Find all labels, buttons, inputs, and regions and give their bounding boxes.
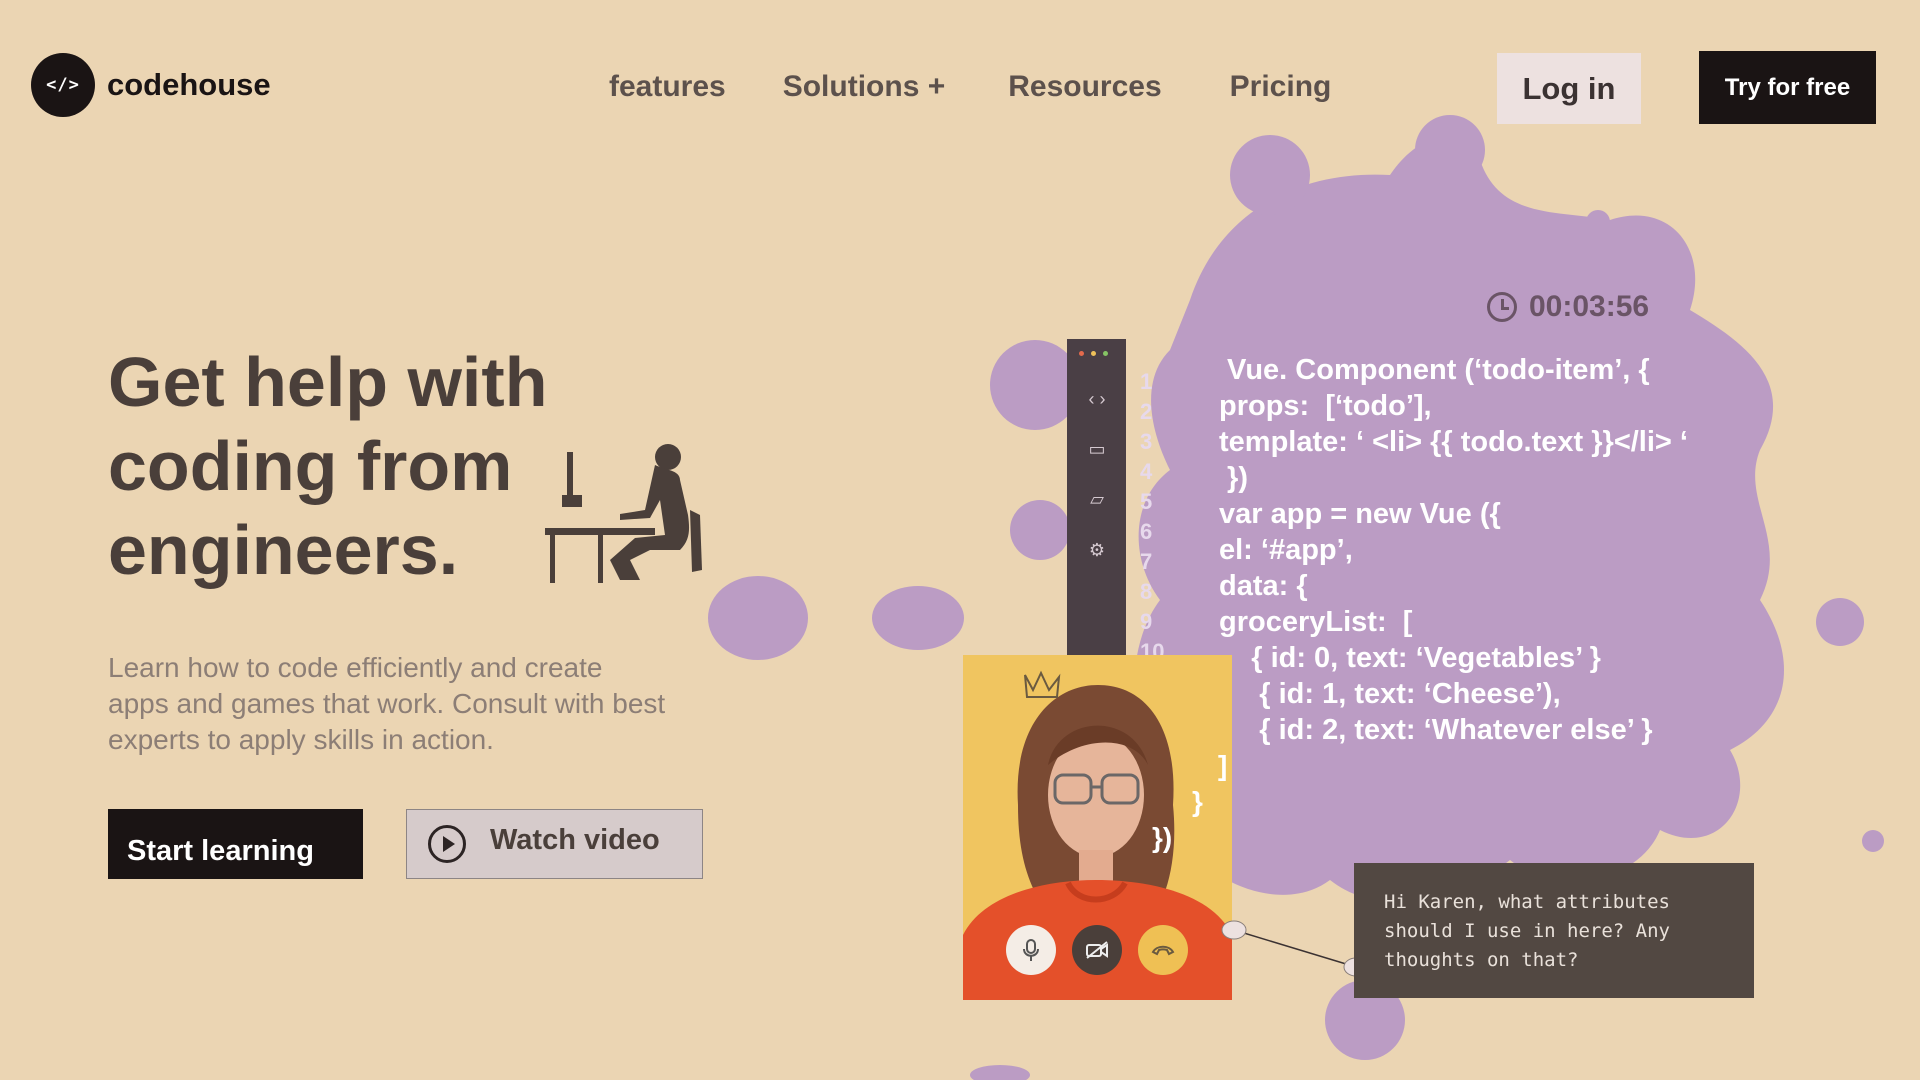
code-line: data: { bbox=[1219, 570, 1308, 602]
watch-video-button[interactable]: Watch video bbox=[406, 809, 703, 879]
code-icon[interactable]: ‹ › bbox=[1085, 387, 1109, 411]
comment-icon[interactable]: ▱ bbox=[1085, 487, 1109, 511]
editor-toolbar: ‹ › ▭ ▱ ⚙ bbox=[1067, 339, 1126, 659]
line-number: 8 bbox=[1140, 579, 1153, 604]
microphone-icon bbox=[1023, 939, 1039, 961]
chat-message: Hi Karen, what attributes should I use i… bbox=[1354, 863, 1754, 998]
main-nav: features Solutions + Resources Pricing bbox=[609, 70, 1331, 104]
camera-off-button[interactable] bbox=[1072, 925, 1122, 975]
code-line: }) bbox=[1219, 462, 1248, 494]
nav-item-pricing[interactable]: Pricing bbox=[1230, 70, 1332, 104]
line-number: 7 bbox=[1140, 549, 1153, 574]
hang-up-button[interactable] bbox=[1138, 925, 1188, 975]
camera-off-icon bbox=[1086, 941, 1108, 959]
code-brackets-icon: </> bbox=[31, 53, 95, 117]
window-dot-minimize[interactable] bbox=[1091, 351, 1096, 356]
code-line: { id: 2, text: ‘Whatever else’ } bbox=[1219, 714, 1653, 746]
developer-at-desk-illustration bbox=[545, 444, 702, 583]
log-in-button[interactable]: Log in bbox=[1497, 53, 1641, 124]
archive-icon[interactable]: ▭ bbox=[1085, 437, 1109, 461]
watch-video-label: Watch video bbox=[490, 824, 660, 856]
brand-name: codehouse bbox=[107, 67, 271, 102]
window-dot-close[interactable] bbox=[1079, 351, 1084, 356]
brand-logo[interactable]: </> codehouse bbox=[31, 53, 271, 117]
code-line: { id: 0, text: ‘Vegetables’ } bbox=[1219, 642, 1601, 674]
video-call-panel bbox=[963, 655, 1232, 1000]
code-line: props: [‘todo’], bbox=[1219, 390, 1432, 422]
window-dot-maximize[interactable] bbox=[1103, 351, 1108, 356]
hang-up-icon bbox=[1151, 945, 1175, 956]
window-controls bbox=[1067, 339, 1126, 356]
line-number: 4 bbox=[1140, 459, 1153, 484]
play-icon bbox=[428, 825, 466, 863]
line-number: 9 bbox=[1140, 609, 1153, 634]
timer-value: 00:03:56 bbox=[1529, 290, 1650, 323]
line-number: 2 bbox=[1140, 399, 1153, 424]
try-for-free-button[interactable]: Try for free bbox=[1699, 51, 1876, 124]
code-line: Vue. Component (‘todo-item’, { bbox=[1219, 354, 1650, 386]
nav-item-features[interactable]: features bbox=[609, 70, 726, 104]
start-learning-button[interactable]: Start learning bbox=[108, 809, 363, 879]
microphone-button[interactable] bbox=[1006, 925, 1056, 975]
code-line: { id: 1, text: ‘Cheese’), bbox=[1219, 678, 1561, 710]
line-number: 5 bbox=[1140, 489, 1153, 514]
settings-icon[interactable]: ⚙ bbox=[1085, 538, 1109, 562]
code-line: groceryList: [ bbox=[1219, 606, 1413, 638]
line-numbers: 1 2 3 4 5 6 7 8 9 10 bbox=[1140, 367, 1180, 667]
code-editor[interactable]: Vue. Component (‘todo-item’, { props: [‘t… bbox=[1219, 352, 1688, 748]
code-line: var app = new Vue ({ bbox=[1219, 498, 1501, 530]
nav-item-resources[interactable]: Resources bbox=[1008, 70, 1161, 104]
line-number: 1 bbox=[1140, 369, 1153, 394]
code-line: el: ‘#app’, bbox=[1219, 534, 1353, 566]
nav-item-solutions[interactable]: Solutions + bbox=[783, 70, 946, 104]
code-line: template: ‘ <li> {{ todo.text }}</li> ‘ bbox=[1219, 426, 1688, 458]
hero-description: Learn how to code efficiently and create… bbox=[108, 652, 666, 755]
session-timer: 00:03:56 bbox=[1487, 290, 1649, 324]
host-crown-icon bbox=[1021, 667, 1057, 697]
line-number: 6 bbox=[1140, 519, 1153, 544]
line-number: 3 bbox=[1140, 429, 1153, 454]
clock-icon bbox=[1487, 292, 1517, 322]
